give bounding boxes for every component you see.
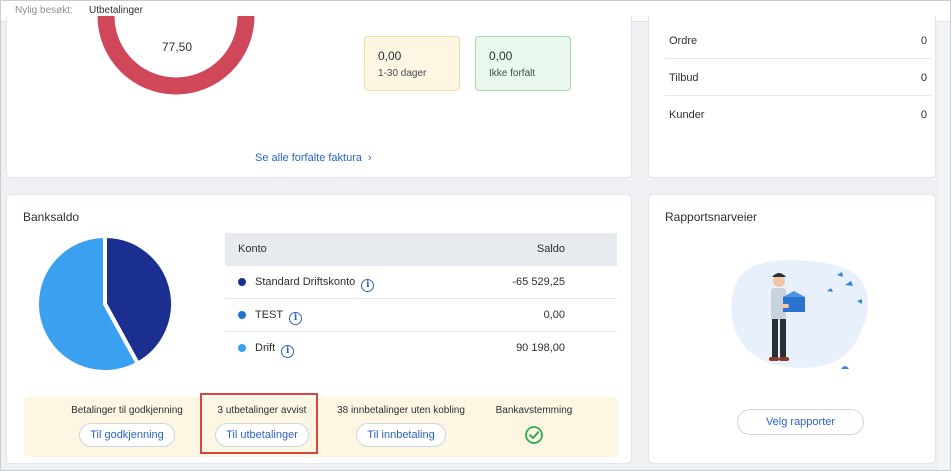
page-scrollbar[interactable]: [938, 22, 950, 470]
see-all-overdue-link[interactable]: Se alle forfalte faktura ›: [255, 152, 372, 164]
report-shortcuts-title: Rapportsnarveier: [665, 210, 758, 224]
choose-reports-button[interactable]: Velg rapporter: [737, 409, 864, 435]
legend-dot: [238, 311, 246, 319]
count-row-kunder[interactable]: Kunder 0: [665, 96, 931, 133]
see-all-overdue-label: Se alle forfalte faktura: [255, 152, 363, 164]
account-balance: 0,00: [543, 309, 565, 321]
header-balance[interactable]: Saldo: [537, 243, 565, 255]
count-label: Kunder: [669, 109, 705, 121]
due-1-30-days-value: 0,00: [378, 49, 402, 63]
account-name: Drift i: [255, 342, 295, 358]
bank-balance-card: Banksaldo Konto Saldo Standard Driftskon…: [6, 194, 632, 464]
account-name-text: Standard Driftskonto: [255, 276, 356, 288]
chevron-right-icon: ›: [368, 152, 372, 164]
count-label: Tilbud: [669, 72, 699, 84]
count-label: Ordre: [669, 35, 698, 47]
legend-dot: [238, 278, 246, 286]
table-row[interactable]: TEST i 0,00: [225, 299, 617, 332]
account-name-text: TEST: [255, 309, 284, 321]
donut-total-value: 77,50: [161, 40, 193, 54]
action-text: 38 innbetalinger uten kobling: [337, 405, 465, 416]
report-shortcuts-card: Rapportsnarveier Velg rapporter: [648, 194, 936, 464]
highlight-outline: [200, 393, 318, 454]
table-row[interactable]: Drift i 90 198,00: [225, 332, 617, 365]
count-value: 0: [920, 35, 927, 47]
table-header: Konto Saldo: [225, 233, 617, 266]
count-value: 0: [920, 72, 927, 84]
count-row-ordre[interactable]: Ordre 0: [665, 22, 931, 59]
not-due-value: 0,00: [489, 49, 513, 63]
counts-card: Ordre 0 Tilbud 0 Kunder 0: [648, 16, 936, 178]
check-circle-icon[interactable]: [524, 425, 544, 445]
table-row[interactable]: Standard Driftskonto i -65 529,25: [225, 266, 617, 299]
overdue-donut-chart: [93, 16, 259, 96]
to-receipts-button[interactable]: Til innbetaling: [356, 423, 446, 447]
overdue-invoices-card: 77,50 0,00 1-30 dager 0,00 Ikke forfalt …: [6, 16, 632, 178]
not-due-box[interactable]: 0,00 Ikke forfalt: [475, 36, 571, 91]
count-value: 0: [920, 109, 927, 121]
account-name: Standard Driftskonto i: [255, 276, 375, 292]
count-row-tilbud[interactable]: Tilbud 0: [665, 59, 931, 96]
info-icon[interactable]: i: [289, 312, 303, 325]
due-1-30-days-label: 1-30 dager: [378, 68, 427, 79]
info-icon[interactable]: i: [361, 279, 375, 292]
bank-balance-pie-chart: [35, 233, 175, 374]
account-name-text: Drift: [255, 342, 276, 354]
action-reconciliation: Bankavstemming: [484, 405, 584, 448]
due-1-30-days-box[interactable]: 0,00 1-30 dager: [364, 36, 460, 91]
to-approval-button[interactable]: Til godkjenning: [79, 423, 175, 447]
action-receipts: 38 innbetalinger uten kobling Til innbet…: [331, 405, 471, 447]
account-name: TEST i: [255, 309, 303, 325]
action-approval: Betalinger til godkjenning Til godkjenni…: [52, 405, 202, 447]
action-text: Bankavstemming: [495, 405, 573, 416]
not-due-label: Ikke forfalt: [489, 68, 536, 79]
account-balance: -65 529,25: [512, 276, 565, 288]
info-icon[interactable]: i: [281, 345, 295, 358]
bank-actions-strip: Betalinger til godkjenning Til godkjenni…: [24, 397, 618, 457]
recently-visited-link[interactable]: Utbetalinger: [89, 5, 143, 16]
header-account[interactable]: Konto: [238, 243, 267, 255]
legend-dot: [238, 344, 246, 352]
action-text: Betalinger til godkjenning: [71, 405, 183, 416]
bank-balance-title: Banksaldo: [23, 210, 80, 224]
account-balance: 90 198,00: [516, 342, 565, 354]
person-with-box-illustration: [731, 260, 868, 369]
bank-accounts-table: Konto Saldo Standard Driftskonto i -65 52…: [225, 233, 617, 365]
recently-visited-label: Nylig besøkt:: [15, 5, 73, 16]
